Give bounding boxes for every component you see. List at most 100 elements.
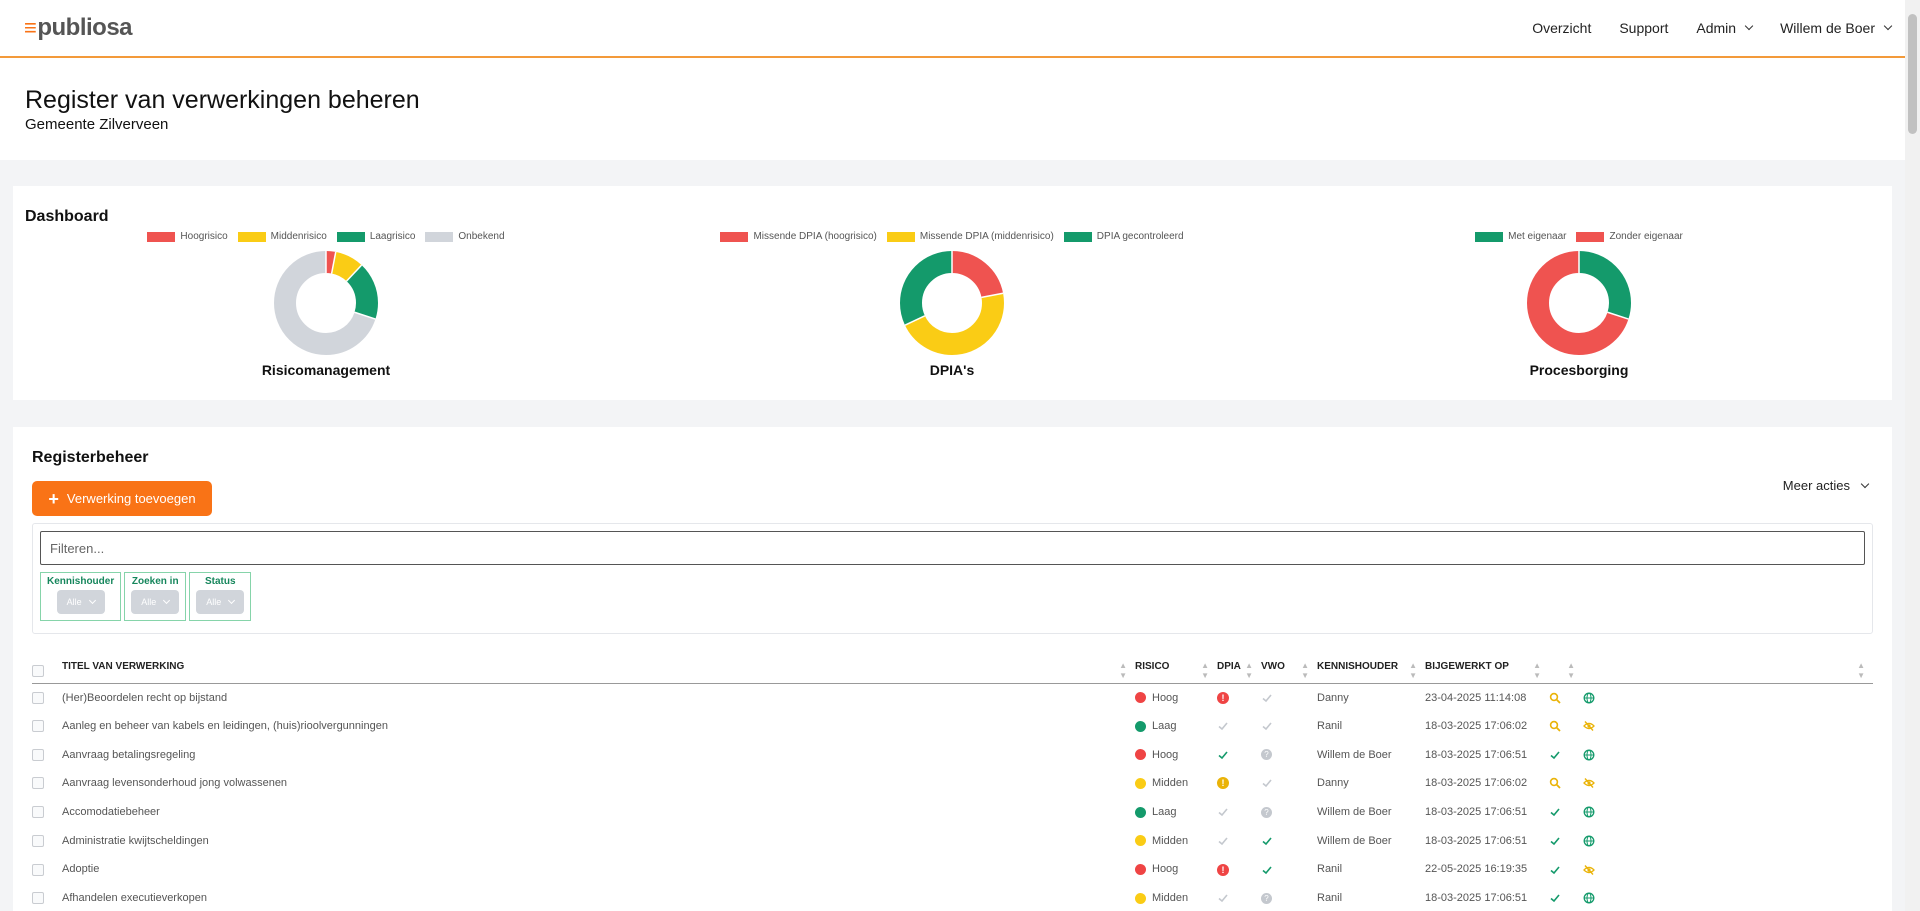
col-header-title[interactable]: TITEL VAN VERWERKING ▲ ▼ — [62, 659, 1135, 684]
row-checkbox[interactable] — [32, 777, 44, 790]
globe-icon[interactable] — [1583, 749, 1595, 761]
chevron-down-icon — [1860, 479, 1870, 488]
row-action-2[interactable] — [1583, 683, 1873, 712]
eye-slash-icon[interactable] — [1583, 720, 1595, 732]
globe-icon[interactable] — [1583, 892, 1595, 904]
register-table: TITEL VAN VERWERKING ▲ ▼ RISICO ▲ ▼ DPIA ▲ ▼ V… — [32, 659, 1873, 911]
eye-slash-icon[interactable] — [1583, 777, 1595, 789]
table-row[interactable]: Adoptie Hoog! Ranil 22-05-2025 16:19:35 — [32, 855, 1873, 884]
legend-item[interactable]: Onbekend — [425, 231, 505, 242]
legend-item[interactable]: Middenrisico — [237, 231, 327, 242]
row-action-1[interactable] — [1549, 769, 1583, 798]
facet-select-value: Alle — [66, 597, 82, 607]
col-header-kennishouder[interactable]: KENNISHOUDER ▲ ▼ — [1317, 659, 1425, 684]
row-title[interactable]: Adoptie — [62, 855, 1135, 884]
nav-support[interactable]: Support — [1619, 20, 1668, 36]
globe-icon[interactable] — [1583, 806, 1595, 818]
row-select-cell — [32, 798, 62, 827]
row-checkbox[interactable] — [32, 748, 44, 761]
eye-slash-icon[interactable] — [1583, 863, 1595, 875]
more-actions-button[interactable]: Meer acties — [1783, 478, 1870, 493]
check-icon[interactable] — [1549, 863, 1561, 875]
row-action-1[interactable] — [1549, 740, 1583, 769]
search-icon[interactable] — [1549, 777, 1561, 790]
nav-user-menu[interactable]: Willem de Boer — [1780, 20, 1893, 36]
facet-select[interactable]: Alle — [56, 590, 105, 614]
row-select-cell — [32, 769, 62, 798]
facet-select[interactable]: Alle — [131, 590, 180, 614]
row-action-2[interactable] — [1583, 740, 1873, 769]
row-action-2[interactable] — [1583, 712, 1873, 741]
chart-label: Risicomanagement — [261, 362, 391, 378]
table-row[interactable]: Aanleg en beheer van kabels en leidingen… — [32, 712, 1873, 741]
row-action-2[interactable] — [1583, 855, 1873, 884]
table-row[interactable]: Accomodatiebeheer Laag? Willem de Boer 18-0… — [32, 798, 1873, 827]
row-title[interactable]: Aanvraag levensonderhoud jong volwassene… — [62, 769, 1135, 798]
row-title[interactable]: Administratie kwijtscheldingen — [62, 826, 1135, 855]
check-green-icon — [1217, 749, 1229, 761]
col-header-action1[interactable]: ▲ ▼ — [1549, 659, 1583, 684]
page-scrollbar[interactable] — [1905, 0, 1920, 911]
row-action-2[interactable] — [1583, 826, 1873, 855]
row-checkbox[interactable] — [32, 720, 44, 733]
legend-item[interactable]: Missende DPIA (middenrisico) — [886, 231, 1054, 242]
legend-item[interactable]: Missende DPIA (hoogrisico) — [720, 231, 877, 242]
legend-item[interactable]: Hoogrisico — [147, 231, 228, 242]
question-icon: ? — [1261, 806, 1272, 818]
row-risico: Laag — [1135, 712, 1217, 741]
facet-select[interactable]: Alle — [196, 590, 245, 614]
row-checkbox[interactable] — [32, 806, 44, 819]
col-header-vwo[interactable]: VWO ▲ ▼ — [1261, 659, 1317, 684]
col-header-bijgewerkt[interactable]: BIJGEWERKT OP ▲ ▼ — [1425, 659, 1549, 684]
table-row[interactable]: (Her)Beoordelen recht op bijstand Hoog! Da… — [32, 683, 1873, 712]
add-processing-button[interactable]: + Verwerking toevoegen — [32, 481, 212, 516]
table-row[interactable]: Aanvraag betalingsregeling Hoog? Willem de… — [32, 740, 1873, 769]
row-title[interactable]: (Her)Beoordelen recht op bijstand — [62, 683, 1135, 712]
check-icon[interactable] — [1549, 892, 1561, 904]
row-title[interactable]: Aanleg en beheer van kabels en leidingen… — [62, 712, 1135, 741]
row-checkbox[interactable] — [32, 691, 44, 704]
row-action-2[interactable] — [1583, 884, 1873, 911]
nav-overzicht[interactable]: Overzicht — [1532, 20, 1591, 36]
nav-admin[interactable]: Admin — [1696, 20, 1754, 36]
row-title[interactable]: Aanvraag betalingsregeling — [62, 740, 1135, 769]
table-row[interactable]: Aanvraag levensonderhoud jong volwassene… — [32, 769, 1873, 798]
col-header-risico[interactable]: RISICO ▲ ▼ — [1135, 659, 1217, 684]
filter-input[interactable] — [40, 531, 1865, 565]
chevron-down-icon — [88, 596, 96, 605]
globe-icon[interactable] — [1583, 692, 1595, 704]
check-icon[interactable] — [1549, 835, 1561, 847]
col-header-action2[interactable]: ▲ ▼ — [1583, 659, 1873, 684]
check-icon[interactable] — [1549, 749, 1561, 761]
row-action-1[interactable] — [1549, 855, 1583, 884]
register-title: Registerbeheer — [32, 449, 149, 466]
col-header-dpia[interactable]: DPIA ▲ ▼ — [1217, 659, 1261, 684]
row-action-2[interactable] — [1583, 769, 1873, 798]
row-action-2[interactable] — [1583, 798, 1873, 827]
publiosa-logo[interactable]: ≡ publiosa — [24, 14, 133, 42]
row-title[interactable]: Accomodatiebeheer — [62, 798, 1135, 827]
legend-item[interactable]: Met eigenaar — [1475, 231, 1566, 242]
row-checkbox[interactable] — [32, 892, 44, 905]
row-title[interactable]: Afhandelen executieverkopen — [62, 884, 1135, 911]
legend-item[interactable]: Laagrisico — [336, 231, 415, 242]
row-checkbox[interactable] — [32, 863, 44, 876]
scrollbar-thumb[interactable] — [1908, 14, 1917, 134]
table-row[interactable]: Administratie kwijtscheldingen Midden Will… — [32, 826, 1873, 855]
select-all-checkbox[interactable] — [32, 664, 44, 677]
row-checkbox[interactable] — [32, 834, 44, 847]
question-icon: ? — [1261, 892, 1272, 904]
legend-item[interactable]: DPIA gecontroleerd — [1063, 231, 1184, 242]
legend-item[interactable]: Zonder eigenaar — [1576, 231, 1683, 242]
search-icon[interactable] — [1549, 720, 1561, 732]
row-action-1[interactable] — [1549, 826, 1583, 855]
row-action-1[interactable] — [1549, 884, 1583, 911]
search-icon[interactable] — [1549, 692, 1561, 704]
check-icon[interactable] — [1549, 806, 1561, 818]
row-action-1[interactable] — [1549, 683, 1583, 712]
row-action-1[interactable] — [1549, 798, 1583, 827]
globe-icon[interactable] — [1583, 835, 1595, 847]
row-action-1[interactable] — [1549, 712, 1583, 741]
row-vwo — [1261, 712, 1317, 741]
table-row[interactable]: Afhandelen executieverkopen Midden? Ranil 1… — [32, 884, 1873, 911]
